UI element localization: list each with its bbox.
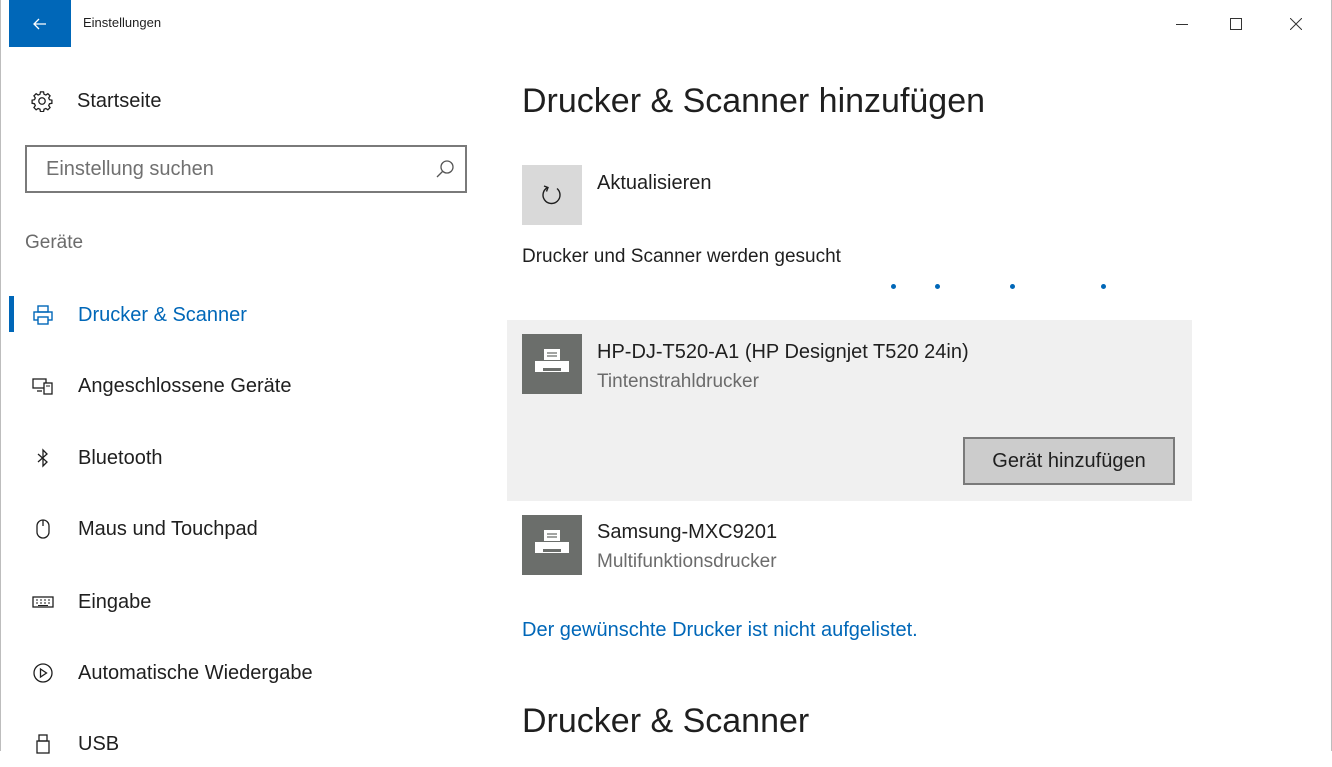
progress-dot <box>1010 284 1015 289</box>
sidebar-item-label: USB <box>78 732 120 755</box>
device-name: HP-DJ-T520-A1 (HP Designjet T520 24in) <box>597 341 969 363</box>
window-title: Einstellungen <box>83 15 162 30</box>
sidebar-item-connected-devices[interactable]: Angeschlossene Geräte <box>1 363 501 409</box>
add-device-button[interactable]: Gerät hinzufügen <box>963 437 1175 485</box>
search-box[interactable] <box>25 145 467 193</box>
maximize-button[interactable] <box>1213 8 1259 40</box>
device-name[interactable]: Samsung-MXC9201 <box>597 521 777 544</box>
printer-icon <box>522 515 582 575</box>
sidebar-item-bluetooth[interactable]: Bluetooth <box>1 435 501 481</box>
search-status: Drucker und Scanner werden gesucht <box>522 246 841 267</box>
sidebar-item-label: Drucker & Scanner <box>78 303 247 326</box>
settings-window: Einstellungen Startseite Geräte <box>0 0 1332 755</box>
connected-devices-icon <box>31 374 55 398</box>
section-label-devices: Geräte <box>25 232 84 253</box>
printer-not-listed-link[interactable]: Der gewünschte Drucker ist nicht aufgeli… <box>522 619 918 642</box>
sidebar-item-label: Maus und Touchpad <box>78 517 258 540</box>
sidebar-item-input[interactable]: Eingabe <box>1 579 501 625</box>
sidebar-item-autoplay[interactable]: Automatische Wiedergabe <box>1 650 501 696</box>
usb-icon <box>31 732 55 756</box>
sidebar-item-label: Angeschlossene Geräte <box>78 374 292 397</box>
sidebar-item-label: Bluetooth <box>78 446 163 469</box>
printer-icon <box>31 303 55 327</box>
device-type: Tintenstrahldrucker <box>597 371 759 392</box>
active-indicator <box>9 296 14 332</box>
sidebar-item-usb[interactable]: USB <box>1 721 501 767</box>
search-icon <box>436 160 454 178</box>
section-title-printers-scanners: Drucker & Scanner <box>522 702 810 740</box>
home-link[interactable]: Startseite <box>31 86 161 116</box>
close-button[interactable] <box>1273 8 1319 40</box>
autoplay-icon <box>31 661 55 685</box>
maximize-icon <box>1230 18 1242 30</box>
bluetooth-icon <box>31 446 55 470</box>
gear-icon <box>31 91 53 112</box>
mouse-icon <box>31 517 55 541</box>
sidebar-item-label: Eingabe <box>78 590 152 613</box>
minimize-icon <box>1176 24 1188 25</box>
search-input[interactable] <box>44 156 428 182</box>
refresh-label[interactable]: Aktualisieren <box>597 172 712 195</box>
title-bar: Einstellungen <box>1 0 1331 50</box>
sidebar-item-mouse-touchpad[interactable]: Maus und Touchpad <box>1 506 501 552</box>
back-arrow-icon <box>33 18 46 29</box>
minimize-button[interactable] <box>1159 8 1205 40</box>
device-type: Multifunktionsdrucker <box>597 551 777 572</box>
progress-dot <box>891 284 896 289</box>
refresh-button[interactable] <box>522 165 582 225</box>
sidebar-item-label: Automatische Wiedergabe <box>78 661 313 684</box>
printer-icon <box>522 334 582 394</box>
back-button[interactable] <box>9 0 71 47</box>
keyboard-icon <box>31 590 55 614</box>
refresh-icon <box>542 185 561 205</box>
page-title: Drucker & Scanner hinzufügen <box>522 82 986 120</box>
close-icon <box>1290 18 1302 30</box>
home-label: Startseite <box>77 89 162 112</box>
progress-dot <box>1101 284 1106 289</box>
progress-dot <box>935 284 940 289</box>
sidebar-item-printers-scanners[interactable]: Drucker & Scanner <box>1 292 501 338</box>
